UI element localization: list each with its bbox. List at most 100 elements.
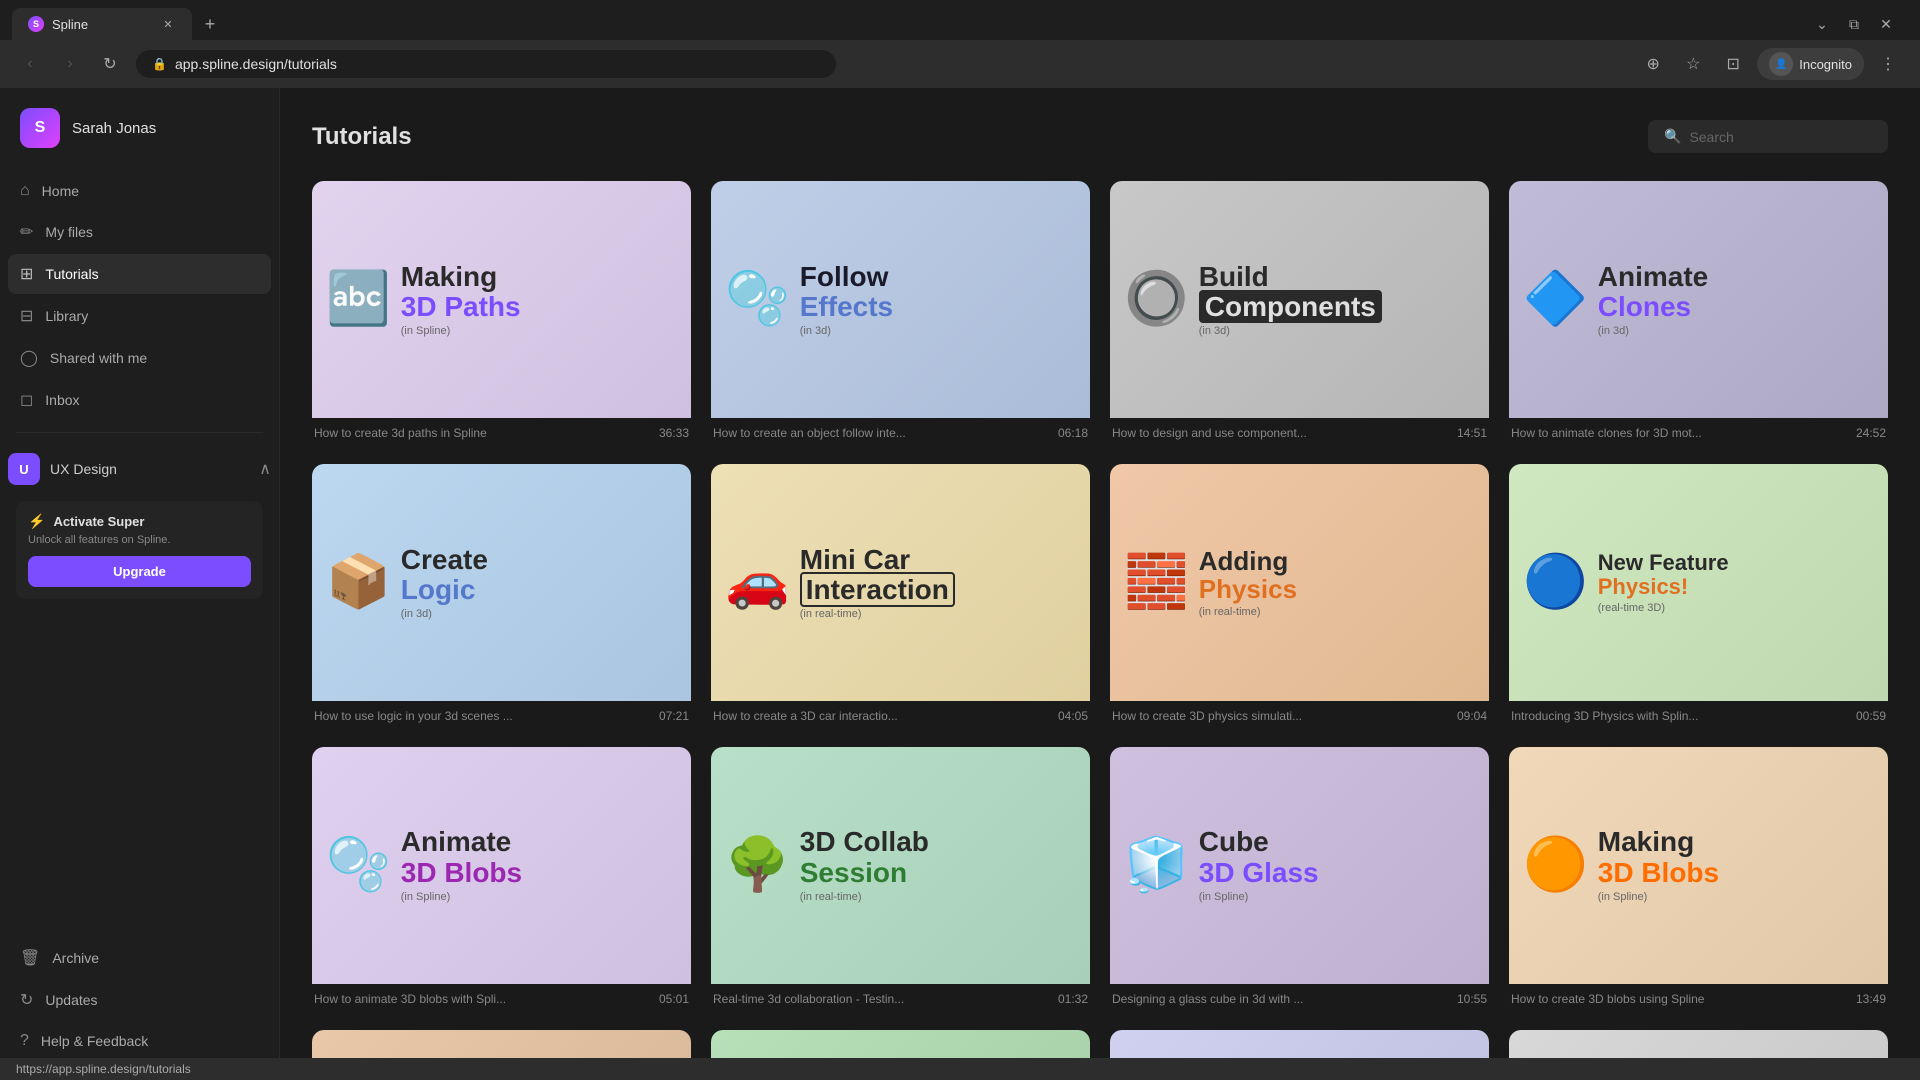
tutorial-card[interactable]: 📦 Create Logic (in 3d) How to use logic …: [312, 464, 691, 727]
card-description: How to use logic in your 3d scenes ... 0…: [314, 709, 689, 723]
tutorial-card[interactable]: 🔘 Build Components (in 3d) How to design…: [1110, 181, 1489, 444]
nav-updates-label: Updates: [45, 992, 97, 1008]
thumb-subtitle: (in Spline): [401, 891, 677, 903]
tab-close-button[interactable]: ✕: [160, 16, 176, 32]
card-duration: 13:49: [1856, 992, 1886, 1006]
activate-super-section: ⚡ Activate Super Unlock all features on …: [16, 501, 263, 599]
card-desc-text: How to animate 3D blobs with Spli...: [314, 992, 651, 1006]
card-thumbnail: 🧱 Adding Physics (in real-time): [1110, 464, 1489, 701]
profile-button[interactable]: ⊡: [1717, 48, 1749, 80]
card-description: Real-time 3d collaboration - Testin... 0…: [713, 992, 1088, 1006]
search-box[interactable]: 🔍 Search: [1648, 120, 1888, 153]
card-description: Designing a glass cube in 3d with ... 10…: [1112, 992, 1487, 1006]
tutorial-card[interactable]: 🚗 Mini Car Interaction (in real-time) Ho…: [711, 464, 1090, 727]
active-tab[interactable]: S Spline ✕: [12, 8, 192, 40]
card-description: How to create 3d paths in Spline 36:33: [314, 426, 689, 440]
thumb-icon: 🧱: [1124, 556, 1189, 608]
tutorial-card[interactable]: 🧱 Adding Physics (in real-time) How to c…: [1110, 464, 1489, 727]
tutorial-card[interactable]: 🫧 Animate 3D Blobs (in Spline) How to an…: [312, 747, 691, 1010]
team-initial: U: [19, 462, 28, 477]
upgrade-button[interactable]: Upgrade: [28, 556, 251, 587]
tab-label: Spline: [52, 17, 88, 32]
minimize-button[interactable]: ⌄: [1812, 14, 1832, 34]
main-header: Tutorials 🔍 Search: [312, 120, 1888, 153]
search-placeholder: Search: [1689, 129, 1733, 145]
thumb-icon: 🔘: [1124, 273, 1189, 325]
status-bar: https://app.spline.design/tutorials: [0, 1058, 1920, 1080]
sidebar-item-help[interactable]: ? Help & Feedback: [8, 1022, 271, 1060]
sidebar-item-shared[interactable]: ◯ Shared with me: [8, 338, 271, 378]
sidebar-item-inbox[interactable]: ◻ Inbox: [8, 380, 271, 420]
forward-button[interactable]: ›: [56, 50, 84, 78]
card-meta: How to create 3D blobs using Spline 13:4…: [1509, 984, 1888, 1010]
card-thumbnail: 🚗 Mini Car Interaction (in real-time): [711, 464, 1090, 701]
card-desc-text: Real-time 3d collaboration - Testin...: [713, 992, 1050, 1006]
sidebar-item-myfiles[interactable]: ✏ My files: [8, 212, 271, 252]
help-icon: ?: [20, 1032, 29, 1050]
nav-archive-label: Archive: [52, 950, 99, 966]
status-url: https://app.spline.design/tutorials: [16, 1062, 191, 1076]
sidebar-item-updates[interactable]: ↻ Updates: [8, 980, 271, 1020]
tutorial-card[interactable]: 🧊 Cube 3D Glass (in Spline) Designing a …: [1110, 747, 1489, 1010]
sidebar-item-library[interactable]: ⊟ Library: [8, 296, 271, 336]
back-button[interactable]: ‹: [16, 50, 44, 78]
card-meta: How to animate clones for 3D mot... 24:5…: [1509, 418, 1888, 444]
card-desc-text: How to use logic in your 3d scenes ...: [314, 709, 651, 723]
thumb-icon: 🟠: [1523, 839, 1588, 891]
sidebar: S Sarah Jonas ⌂ Home ✏ My files ⊞ Tutori…: [0, 88, 280, 1080]
tutorial-card[interactable]: 🔷 Animate Clones (in 3d) How to animate …: [1509, 181, 1888, 444]
team-chevron-icon[interactable]: ∧: [259, 459, 271, 479]
thumb-subtitle: (in 3d): [800, 325, 1076, 337]
url-bar[interactable]: 🔒 app.spline.design/tutorials: [136, 50, 836, 78]
thumb-text: Build Components (in 3d): [1199, 262, 1475, 338]
thumb-icon: 📦: [326, 556, 391, 608]
thumb-text: Create Logic (in 3d): [401, 545, 677, 621]
card-meta: How to create an object follow inte... 0…: [711, 418, 1090, 444]
tab-bar: S Spline ✕ + ⌄ ⧉ ✕: [0, 0, 1920, 40]
nav-items: ⌂ Home ✏ My files ⊞ Tutorials ⊟ Library …: [0, 172, 279, 420]
thumb-text: Making 3D Paths (in Spline): [401, 262, 677, 338]
close-button[interactable]: ✕: [1876, 14, 1896, 34]
nav-help-label: Help & Feedback: [41, 1033, 148, 1049]
card-desc-text: Introducing 3D Physics with Splin...: [1511, 709, 1848, 723]
card-duration: 09:04: [1457, 709, 1487, 723]
card-duration: 36:33: [659, 426, 689, 440]
maximize-button[interactable]: ⧉: [1844, 14, 1864, 34]
thumb-icon: 🫧: [725, 273, 790, 325]
tutorial-card[interactable]: 🔵 New Feature Physics! (real-time 3D) In…: [1509, 464, 1888, 727]
thumb-subtitle: (in 3d): [1199, 325, 1475, 337]
browser-menu-button[interactable]: ⋮: [1872, 48, 1904, 80]
tutorial-card[interactable]: 🔤 Making 3D Paths (in Spline) How to cre…: [312, 181, 691, 444]
bookmark-button[interactable]: ☆: [1677, 48, 1709, 80]
browser-chrome: S Spline ✕ + ⌄ ⧉ ✕ ‹ › ↻ 🔒 app.spline.de…: [0, 0, 1920, 88]
sidebar-item-archive[interactable]: 🗑 Archive: [8, 938, 271, 978]
incognito-badge[interactable]: 👤 Incognito: [1757, 48, 1864, 80]
card-meta: Designing a glass cube in 3d with ... 10…: [1110, 984, 1489, 1010]
cast-button[interactable]: ⊕: [1637, 48, 1669, 80]
card-desc-text: Designing a glass cube in 3d with ...: [1112, 992, 1449, 1006]
sidebar-item-tutorials[interactable]: ⊞ Tutorials: [8, 254, 271, 294]
library-icon: ⊟: [20, 306, 33, 326]
tutorial-card[interactable]: 🫧 Follow Effects (in 3d) How to create a…: [711, 181, 1090, 444]
reload-button[interactable]: ↻: [96, 50, 124, 78]
thumb-text: Adding Physics (in real-time): [1199, 547, 1475, 618]
tutorials-grid: 🔤 Making 3D Paths (in Spline) How to cre…: [312, 181, 1888, 1080]
thumb-text: Follow Effects (in 3d): [800, 262, 1076, 338]
thumb-text: Mini Car Interaction (in real-time): [800, 545, 1076, 621]
sidebar-item-home[interactable]: ⌂ Home: [8, 172, 271, 210]
card-duration: 01:32: [1058, 992, 1088, 1006]
new-tab-button[interactable]: +: [196, 10, 224, 38]
card-desc-text: How to create a 3D car interactio...: [713, 709, 1050, 723]
url-text: app.spline.design/tutorials: [175, 56, 337, 72]
thumb-text: 3D Collab Session (in real-time): [800, 827, 1076, 903]
team-avatar: U: [8, 453, 40, 485]
user-section: S Sarah Jonas: [0, 108, 279, 172]
card-meta: How to design and use component... 14:51: [1110, 418, 1489, 444]
card-description: How to create a 3D car interactio... 04:…: [713, 709, 1088, 723]
card-meta: How to use logic in your 3d scenes ... 0…: [312, 701, 691, 727]
tutorial-card[interactable]: 🟠 Making 3D Blobs (in Spline) How to cre…: [1509, 747, 1888, 1010]
card-desc-text: How to create 3d paths in Spline: [314, 426, 651, 440]
sidebar-divider: [16, 432, 263, 433]
tutorial-card[interactable]: 🌳 3D Collab Session (in real-time) Real-…: [711, 747, 1090, 1010]
card-description: How to animate clones for 3D mot... 24:5…: [1511, 426, 1886, 440]
